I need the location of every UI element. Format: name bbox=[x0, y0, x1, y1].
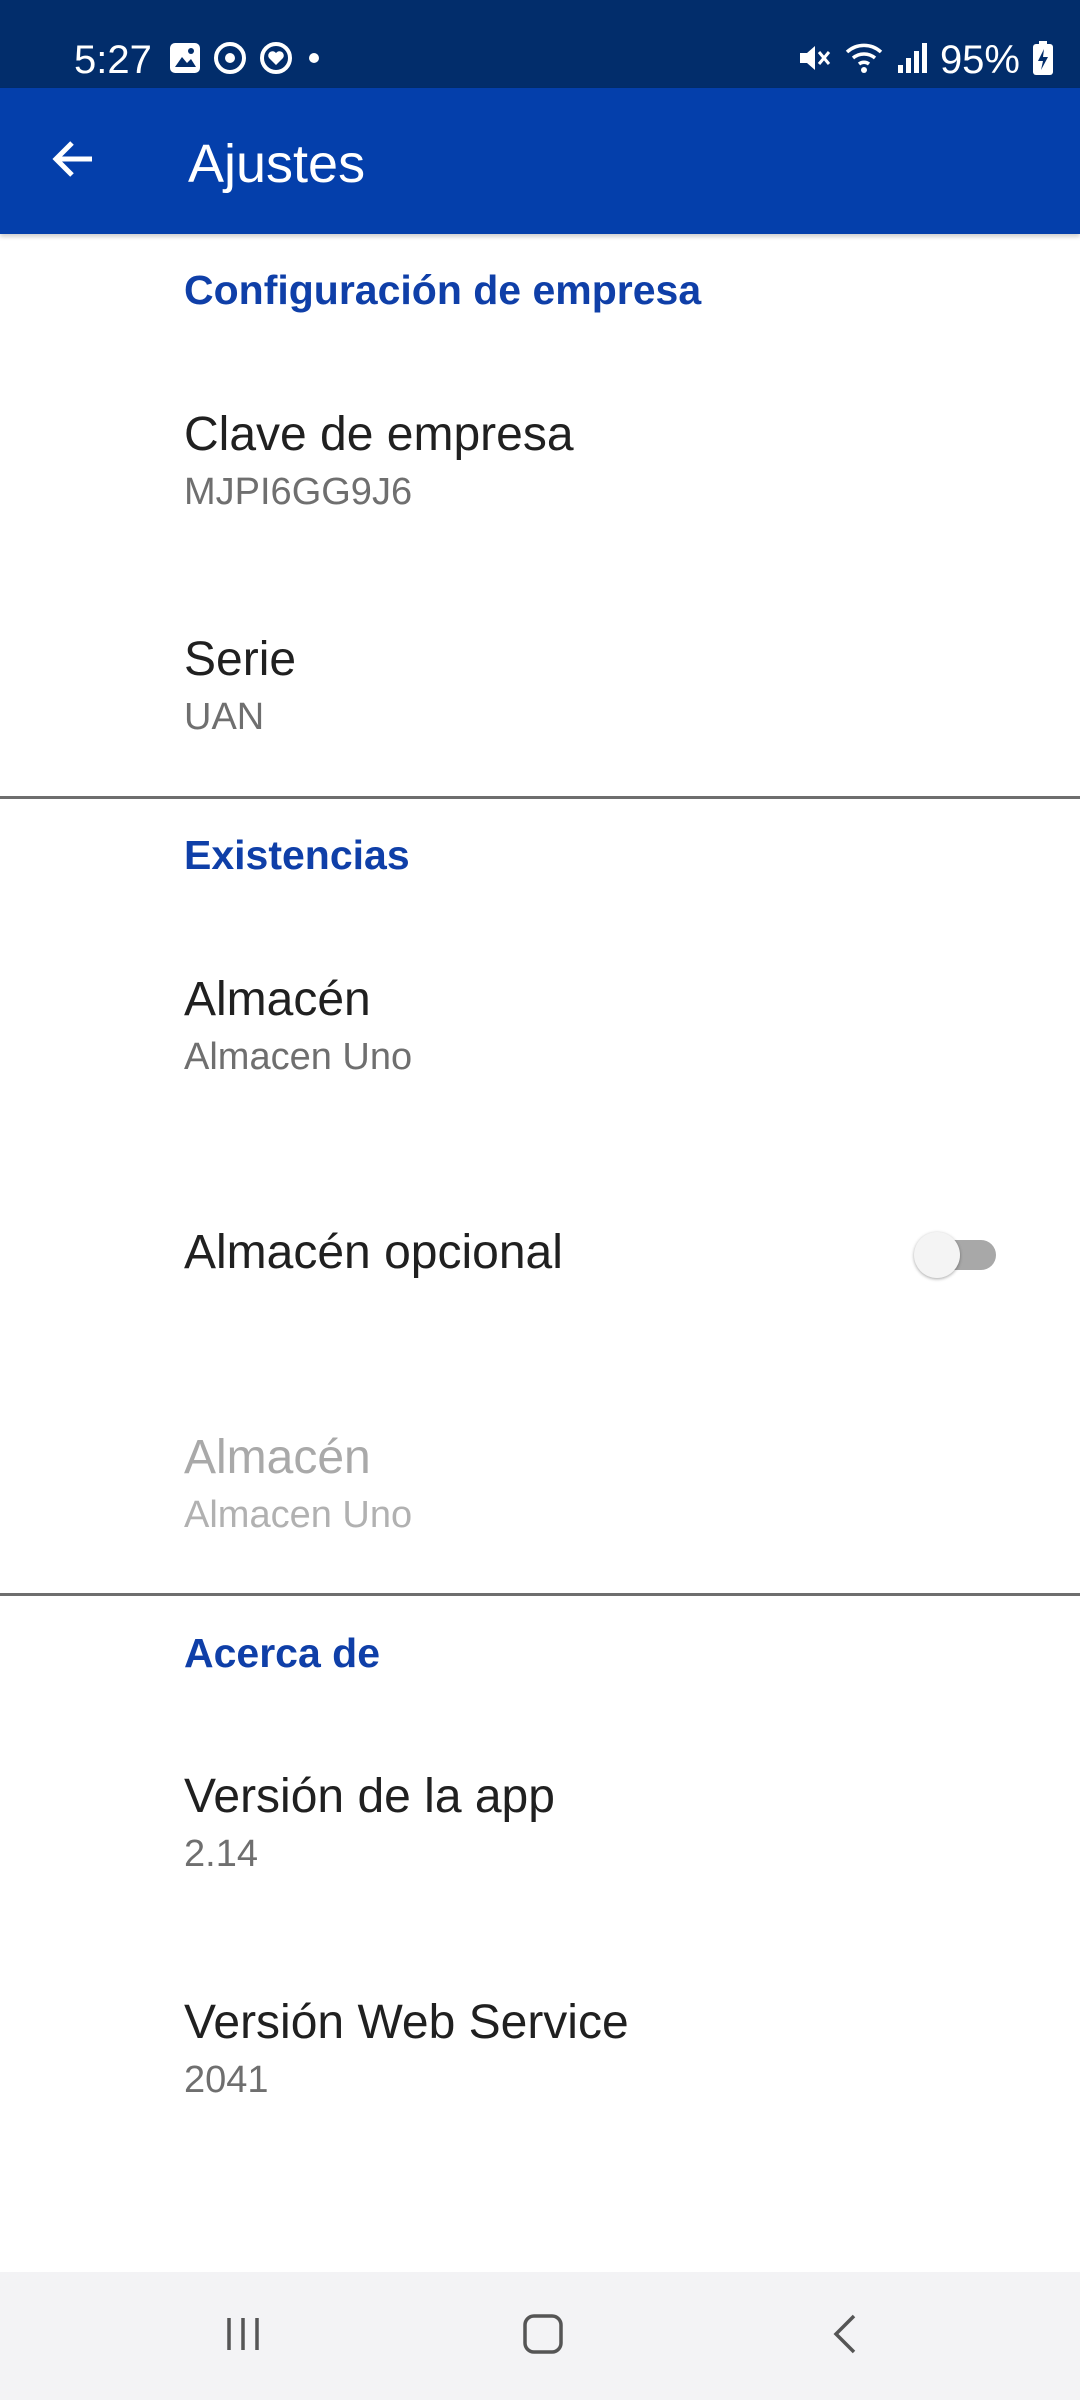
page-title: Ajustes bbox=[188, 134, 366, 194]
recent-apps-icon bbox=[219, 2310, 267, 2363]
status-right-cluster: 95% bbox=[796, 36, 1054, 84]
signal-icon bbox=[896, 41, 928, 80]
notification-icons bbox=[168, 40, 324, 80]
pref-title: Versión Web Service bbox=[184, 1996, 629, 2049]
pref-title: Serie bbox=[184, 633, 297, 686]
status-time: 5:27 bbox=[74, 38, 152, 82]
battery-percentage: 95% bbox=[939, 38, 1020, 82]
sync-app-icon bbox=[212, 40, 248, 81]
arrow-back-icon bbox=[50, 135, 98, 188]
pref-title: Almacén bbox=[184, 973, 371, 1026]
system-nav-bar bbox=[0, 2272, 1080, 2400]
mute-icon bbox=[796, 40, 832, 81]
wifi-icon bbox=[844, 40, 884, 81]
switch-thumb bbox=[914, 1232, 960, 1278]
gallery-icon bbox=[168, 41, 202, 80]
section-header-stock: Existencias bbox=[184, 832, 410, 878]
back-nav-button[interactable] bbox=[796, 2296, 896, 2376]
pref-summary: MJPI6GG9J6 bbox=[184, 471, 413, 513]
pref-title: Clave de empresa bbox=[184, 408, 574, 461]
home-button[interactable] bbox=[493, 2296, 593, 2376]
section-divider bbox=[0, 1593, 1080, 1596]
section-header-company: Configuración de empresa bbox=[184, 267, 702, 313]
section-header-about: Acerca de bbox=[184, 1630, 381, 1676]
pref-optional-warehouse[interactable]: Almacén opcional bbox=[0, 1190, 1080, 1320]
pref-title: Versión de la app bbox=[184, 1770, 555, 1823]
pref-series[interactable]: Serie UAN bbox=[0, 585, 1080, 765]
pref-company-key[interactable]: Clave de empresa MJPI6GG9J6 bbox=[0, 360, 1080, 540]
more-notifications-dot-icon bbox=[304, 48, 324, 73]
battery-charging-icon bbox=[1032, 40, 1054, 81]
pref-warehouse[interactable]: Almacén Almacen Uno bbox=[0, 925, 1080, 1105]
pref-summary: UAN bbox=[184, 696, 265, 738]
home-icon bbox=[519, 2310, 567, 2363]
status-bar: 5:27 95% bbox=[0, 0, 1080, 88]
back-button[interactable] bbox=[30, 123, 118, 199]
pref-summary: Almacen Uno bbox=[184, 1036, 413, 1078]
pref-app-version[interactable]: Versión de la app 2.14 bbox=[0, 1722, 1080, 1902]
pref-warehouse-secondary: Almacén Almacen Uno bbox=[0, 1383, 1080, 1563]
pref-summary: 2.14 bbox=[184, 1833, 258, 1875]
recent-apps-button[interactable] bbox=[193, 2296, 293, 2376]
back-nav-icon bbox=[822, 2310, 870, 2363]
pref-title: Almacén opcional bbox=[184, 1226, 563, 1279]
heart-app-icon bbox=[258, 40, 294, 81]
pref-summary: 2041 bbox=[184, 2059, 269, 2101]
section-divider bbox=[0, 796, 1080, 799]
pref-summary: Almacen Uno bbox=[184, 1494, 413, 1536]
pref-webservice-version[interactable]: Versión Web Service 2041 bbox=[0, 1948, 1080, 2128]
pref-title: Almacén bbox=[184, 1431, 371, 1484]
app-bar: Ajustes bbox=[0, 88, 1080, 234]
optional-warehouse-switch[interactable] bbox=[914, 1232, 998, 1278]
